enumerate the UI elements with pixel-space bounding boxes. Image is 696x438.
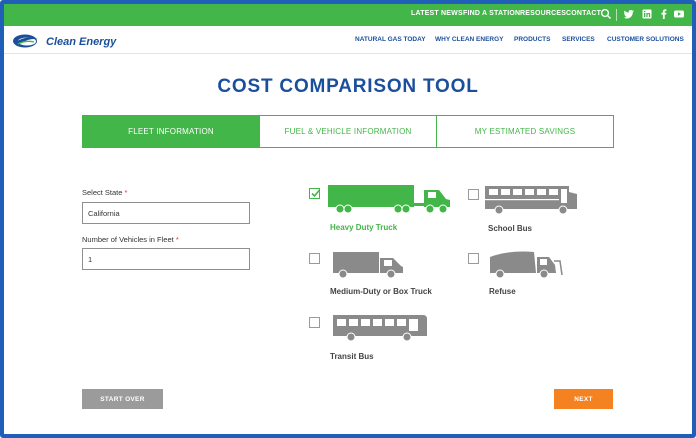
- vehicle-count-field[interactable]: [82, 248, 250, 270]
- school-bus-label: School Bus: [488, 224, 533, 233]
- divider: [616, 9, 617, 21]
- state-label-text: Select State: [82, 188, 123, 197]
- app-window: LATEST NEWS FIND A STATION RESOURCES CON…: [0, 0, 696, 438]
- tab-my-estimated-savings[interactable]: MY ESTIMATED SAVINGS: [436, 116, 613, 147]
- transit-bus-label: Transit Bus: [330, 352, 374, 361]
- heavy-duty-truck-checkbox[interactable]: [309, 188, 321, 199]
- logo-swoosh-icon: [13, 34, 38, 48]
- resources-link[interactable]: RESOURCES: [520, 10, 566, 17]
- tab-fleet-information[interactable]: FLEET INFORMATION: [83, 116, 259, 147]
- linkedin-icon[interactable]: [641, 8, 653, 20]
- refuse-truck-icon: [490, 251, 563, 279]
- utility-bar: LATEST NEWS FIND A STATION RESOURCES CON…: [4, 4, 692, 26]
- nav-natural-gas-today[interactable]: NATURAL GAS TODAY: [355, 36, 426, 43]
- heavy-duty-truck-label: Heavy Duty Truck: [330, 223, 398, 232]
- page-title: COST COMPARISON TOOL: [217, 76, 479, 97]
- state-label: Select State *: [82, 188, 127, 197]
- required-mark: *: [175, 235, 179, 244]
- contact-link[interactable]: CONTACT: [566, 10, 601, 17]
- start-over-button[interactable]: START OVER: [82, 389, 163, 409]
- refuse-checkbox[interactable]: [468, 253, 479, 264]
- transit-bus-checkbox[interactable]: [309, 317, 320, 328]
- vehicles-label: Number of Vehicles in Fleet *: [82, 235, 179, 244]
- twitter-icon[interactable]: [623, 8, 635, 20]
- tab-fuel-vehicle-information[interactable]: FUEL & VEHICLE INFORMATION: [259, 116, 436, 147]
- step-tabs: FLEET INFORMATION FUEL & VEHICLE INFORMA…: [82, 115, 614, 148]
- nav-products[interactable]: PRODUCTS: [514, 36, 550, 43]
- nav-why-clean-energy[interactable]: WHY CLEAN ENERGY: [435, 36, 504, 43]
- search-icon[interactable]: [600, 8, 612, 20]
- nav-customer-solutions[interactable]: CUSTOMER SOLUTIONS: [607, 36, 684, 43]
- clean-energy-logo[interactable]: Clean Energy: [12, 32, 132, 50]
- state-field[interactable]: [82, 202, 250, 224]
- main-header: Clean Energy NATURAL GAS TODAY WHY CLEAN…: [4, 26, 692, 54]
- transit-bus-icon: [333, 315, 427, 342]
- school-bus-checkbox[interactable]: [468, 189, 479, 200]
- nav-services[interactable]: SERVICES: [562, 36, 595, 43]
- find-a-station-link[interactable]: FIND A STATION: [463, 10, 520, 17]
- youtube-icon[interactable]: [673, 8, 685, 20]
- logo-text: Clean Energy: [46, 36, 117, 48]
- next-button[interactable]: NEXT: [554, 389, 613, 409]
- semi-truck-icon: [328, 185, 450, 214]
- box-truck-icon: [333, 252, 403, 279]
- vehicles-label-text: Number of Vehicles in Fleet: [82, 235, 174, 244]
- checkmark-icon: [311, 189, 321, 198]
- refuse-label: Refuse: [489, 287, 516, 296]
- school-bus-icon: [485, 186, 577, 215]
- box-truck-checkbox[interactable]: [309, 253, 320, 264]
- latest-news-link[interactable]: LATEST NEWS: [411, 10, 463, 17]
- facebook-icon[interactable]: [658, 8, 670, 20]
- box-truck-label: Medium-Duty or Box Truck: [330, 287, 432, 296]
- required-mark: *: [124, 188, 128, 197]
